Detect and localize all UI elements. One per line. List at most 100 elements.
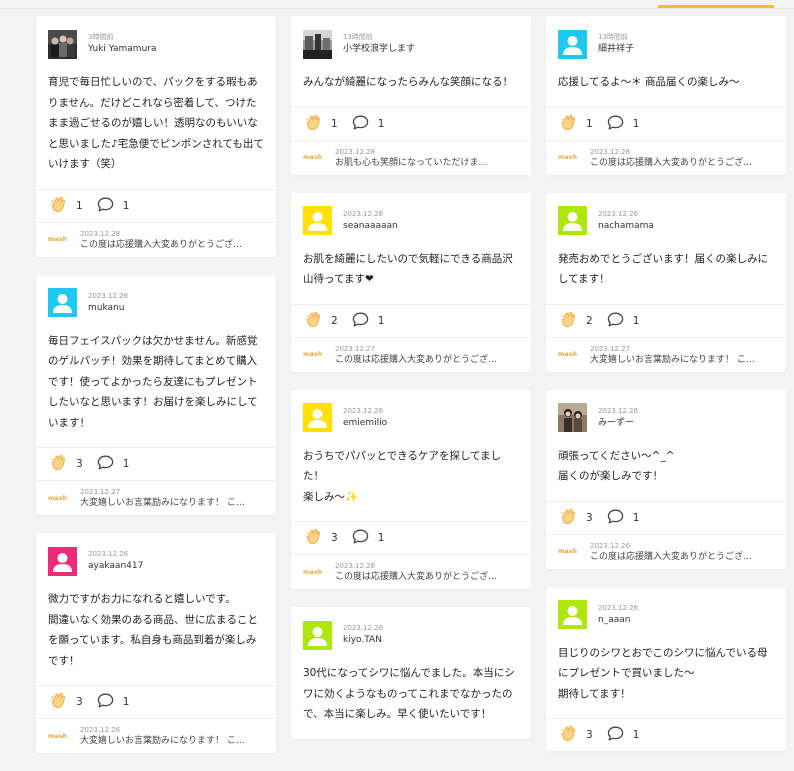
speech-bubble-icon [607, 509, 624, 527]
top-bar [0, 0, 794, 9]
reply-text: 大変嬉しいお言葉励みになります！ こ… [80, 498, 245, 508]
comment-button[interactable]: 1 [607, 115, 640, 133]
clap-button[interactable]: 3 [50, 454, 83, 474]
comment-time: 2023.12.26 [598, 603, 639, 612]
speech-bubble-icon [352, 312, 369, 330]
mash-logo: mash [303, 351, 323, 358]
comment-time: 2023.12.26 [343, 624, 384, 632]
comment-text: 30代になってシワに悩んでました。本当にシワに効くようなものってこれまでなかった… [303, 667, 515, 720]
comment-text: 微力ですがお力になれると嬉しいです。 間違いなく効果のある商品、世に広まることを… [48, 593, 258, 667]
comment-text: 目じりのシワとおでこのシワに悩んでいる母にプレゼントで買いました～ 期待してます… [558, 646, 768, 700]
avatar[interactable] [558, 600, 587, 629]
comment-header: 2023.12.26 みーずー [546, 390, 786, 433]
comment-button[interactable]: 1 [97, 197, 130, 215]
comment-card: 13時間前 細井祥子 応援してるよ～＊ 商品届くの楽しみ～ 1 1 mash 2023.12… [546, 16, 786, 175]
comment-actions: 31 [36, 447, 276, 480]
comment-button[interactable]: 1 [607, 509, 639, 527]
reply-text: お肌も心も笑顔になっていただけま… [335, 157, 488, 168]
mash-logo: mash [558, 351, 578, 358]
clap-button[interactable]: 2 [560, 311, 593, 331]
avatar[interactable] [303, 403, 332, 432]
reply-text: 大変嬉しいお言葉励みになります！ こ… [80, 736, 245, 746]
clap-count: 2 [586, 314, 593, 327]
comment-time: 2023.12.26 [598, 209, 639, 218]
comment-button[interactable]: 1 [97, 455, 129, 473]
user-name[interactable]: seanaaaaan [343, 220, 398, 233]
comment-button[interactable]: 1 [97, 693, 129, 711]
comment-button[interactable]: 1 [607, 726, 639, 744]
owner-reply[interactable]: mash 2023.12.28 この度は応援購入大変ありがとうござ… [36, 221, 276, 257]
comment-card: 2023.12.26 nachamama 発売おめでとうございます！届くの楽しみにし… [546, 192, 786, 372]
clap-icon [560, 725, 577, 745]
comment-text: みんなが綺麗になったらみんな笑顔になる！ [303, 76, 513, 88]
comment-meta: 13時間前 細井祥子 [598, 32, 634, 56]
user-name[interactable]: みーずー [598, 417, 638, 430]
comment-button[interactable]: 1 [352, 312, 384, 330]
clap-button[interactable]: 3 [305, 528, 338, 548]
clap-button[interactable]: 1 [560, 114, 593, 134]
comment-meta: 2023.12.26 n_aaan [598, 603, 638, 627]
clap-icon [560, 508, 577, 528]
clap-icon [305, 114, 322, 134]
user-name[interactable]: Yuki Yamamura [88, 43, 156, 56]
comment-count: 1 [377, 532, 385, 544]
comment-card: 3時間前 Yuki Yamamura 育児で毎日忙しいので、パックをする暇もありませ… [36, 16, 276, 257]
user-name[interactable]: kiyo.TAN [343, 634, 383, 647]
clap-button[interactable]: 3 [560, 508, 593, 528]
user-name[interactable]: n_aaan [598, 614, 638, 627]
clap-button[interactable]: 3 [560, 725, 593, 745]
comment-count: 1 [632, 117, 640, 130]
comment-card: 2023.12.26 n_aaan 目じりのシワとおでこのシワに悩んでいる母にプレゼ… [546, 586, 786, 751]
owner-reply[interactable]: mash 2023.12.26 この度は応援購入大変ありがとうござ… [546, 533, 786, 569]
owner-reply[interactable]: mash 2023.12.28 お肌も心も笑顔になっていただけま… [291, 139, 531, 175]
owner-reply[interactable]: mash 2023.12.27 この度は応援購入大変ありがとうござ… [291, 336, 531, 372]
comment-meta: 2023.12.26 みーずー [598, 406, 638, 430]
avatar[interactable] [48, 288, 77, 317]
comment-button[interactable]: 1 [352, 115, 384, 133]
clap-button[interactable]: 2 [305, 311, 338, 331]
avatar[interactable] [48, 546, 77, 576]
avatar[interactable] [558, 29, 587, 59]
comment-card: 2023.12.26 ayakaan417 微力ですがお力になれると嬉しいです。 間… [36, 533, 276, 753]
avatar[interactable] [303, 620, 332, 650]
comment-header: 2023.12.26 mukanu [36, 275, 276, 318]
user-name[interactable]: mukanu [88, 302, 128, 315]
user-name[interactable]: 小学校浪学します [343, 43, 415, 56]
comment-meta: 2023.12.26 kiyo.TAN [343, 623, 383, 647]
reply-date: 2023.12.28 [80, 229, 121, 238]
avatar[interactable] [303, 206, 332, 235]
clap-count: 1 [76, 199, 83, 212]
avatar[interactable] [48, 29, 77, 59]
mash-logo: mash [303, 568, 323, 576]
user-name[interactable]: ayakaan417 [88, 560, 143, 573]
comment-count: 1 [122, 199, 130, 212]
comment-count: 1 [632, 314, 640, 327]
column-2: 13時間前 小学校浪学します みんなが綺麗になったらみんな笑顔になる！ 1 1 mash 2… [291, 16, 531, 757]
mash-logo: mash [48, 732, 68, 740]
user-name[interactable]: nachamama [598, 220, 654, 233]
clap-count: 2 [331, 314, 338, 327]
user-name[interactable]: emiemilio [343, 417, 387, 430]
avatar[interactable] [558, 206, 587, 235]
comment-card: 2023.12.26 emiemilio おうちでパパッとできるケアを探してました！… [291, 389, 531, 589]
owner-reply[interactable]: mash 2023.12.26 この度は応援購入大変ありがとうござ… [291, 554, 531, 589]
user-name[interactable]: 細井祥子 [598, 43, 634, 56]
speech-bubble-icon [607, 312, 624, 330]
comment-card: 2023.12.26 kiyo.TAN 30代になってシワに悩んでました。本当にシワ… [291, 607, 531, 739]
clap-count: 3 [76, 696, 83, 708]
comment-meta: 2023.12.26 emiemilio [343, 406, 387, 430]
owner-reply[interactable]: mash 2023.12.26 大変嬉しいお言葉励みになります！ こ… [36, 718, 276, 753]
clap-button[interactable]: 3 [50, 692, 83, 712]
clap-count: 3 [331, 532, 338, 544]
clap-button[interactable]: 1 [305, 114, 338, 134]
comment-button[interactable]: 1 [352, 529, 385, 547]
clap-button[interactable]: 1 [50, 196, 83, 216]
comment-button[interactable]: 1 [607, 312, 640, 330]
owner-reply[interactable]: mash 2023.12.27 大変嬉しいお言葉励みになります！ こ… [36, 480, 276, 515]
avatar[interactable] [558, 403, 587, 432]
owner-reply[interactable]: mash 2023.12.28 この度は応援購入大変ありがとうござ… [546, 139, 786, 175]
owner-reply[interactable]: mash 2023.12.27 大変嬉しいお言葉励みになります！ こ… [546, 336, 786, 372]
comment-actions: 31 [36, 685, 276, 718]
reply-date: 2023.12.26 [80, 726, 121, 734]
avatar[interactable] [303, 29, 332, 59]
